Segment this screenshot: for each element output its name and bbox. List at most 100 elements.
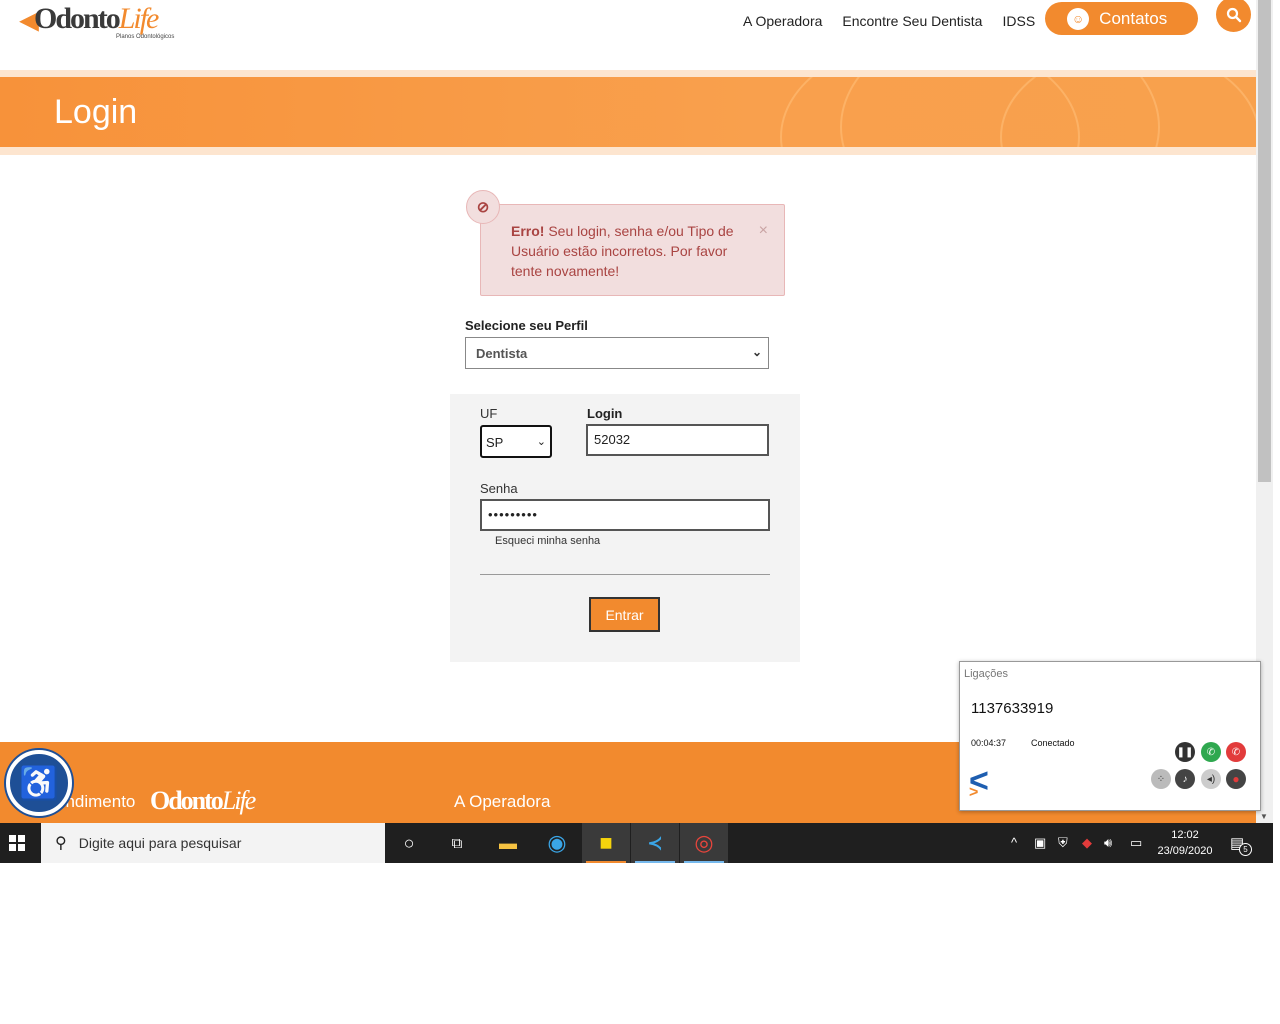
task-view-button[interactable]: ⧉ (433, 823, 481, 863)
clock-date: 23/09/2020 (1157, 845, 1213, 857)
call-widget: Ligações 1137633919 00:04:37 Conectado ❚… (959, 661, 1261, 811)
keypad-button[interactable]: ⁘ (1151, 769, 1171, 789)
phone-icon: ✆ (1206, 746, 1216, 758)
taskbar-search-box[interactable]: ⚲ Digite aqui para pesquisar (41, 823, 385, 863)
pause-call-button[interactable]: ❚❚ (1175, 742, 1195, 762)
file-explorer-button[interactable]: ▬ (484, 823, 532, 863)
softphone-button[interactable]: ≺ (631, 823, 679, 863)
error-alert: Erro! Seu login, senha e/ou Tipo de Usuá… (480, 204, 785, 296)
main-nav: A Operadora Encontre Seu Dentista IDSS ☺… (743, 2, 1199, 35)
alert-close-icon[interactable]: × (759, 221, 768, 241)
accessibility-button[interactable]: ♿ (6, 750, 72, 816)
tray-app-icon[interactable]: ◆ (1082, 835, 1092, 851)
page-title: Login (54, 93, 138, 131)
edge-icon: ◉ (547, 830, 567, 855)
action-center-button[interactable]: ▤ 5 (1230, 834, 1252, 856)
login-input-value: 52032 (594, 432, 631, 447)
nav-idss[interactable]: IDSS (1002, 13, 1035, 29)
active-indicator (684, 861, 724, 863)
notification-count-badge: 5 (1239, 843, 1252, 856)
form-divider (480, 574, 770, 575)
contacts-button[interactable]: ☺ Contatos (1045, 2, 1199, 35)
record-button[interactable]: ● (1226, 769, 1246, 789)
password-input-value: ••••••••• (488, 507, 538, 522)
sticky-note-icon: ■ (599, 830, 613, 855)
taskbar-search-placeholder: Digite aqui para pesquisar (78, 835, 242, 851)
browser-viewport: ◀ OdontoLife Planos Odontológicos A Oper… (0, 0, 1280, 1024)
chrome-button[interactable]: ◎ (680, 823, 728, 863)
speaker-icon: ◂) (1206, 773, 1216, 785)
taskbar-clock[interactable]: 12:02 23/09/2020 (1150, 827, 1220, 859)
submit-label: Entrar (605, 606, 644, 623)
submit-button[interactable]: Entrar (589, 597, 660, 632)
call-duration: 00:04:37 (971, 738, 1007, 748)
softphone-icon: ≺ (647, 832, 663, 853)
profile-selected-value: Dentista (476, 346, 528, 361)
sticky-notes-button[interactable]: ■ (582, 823, 630, 863)
logo-text-odonto: Odonto (34, 2, 121, 35)
alert-message: Seu login, senha e/ou Tipo de Usuário es… (511, 223, 734, 279)
windows-start-icon[interactable] (9, 835, 25, 851)
footer-logo-odonto: Odonto (150, 786, 224, 815)
network-monitor-icon[interactable]: ▣ (1034, 835, 1046, 851)
search-button[interactable] (1216, 0, 1251, 32)
network-icon[interactable]: ▭ (1130, 835, 1142, 851)
clock-time: 12:02 (1171, 829, 1199, 841)
uf-label: UF (480, 406, 498, 421)
edge-browser-button[interactable]: ◉ (533, 823, 581, 863)
forgot-password-link[interactable]: Esqueci minha senha (495, 535, 600, 547)
chevron-down-icon: ⌄ (751, 345, 762, 359)
call-number: 1137633919 (971, 700, 1054, 717)
footer-operadora-heading: A Operadora (454, 792, 551, 811)
alert-strong: Erro! (511, 223, 545, 239)
chrome-icon: ◎ (694, 830, 714, 855)
hangup-call-button[interactable]: ✆ (1226, 742, 1246, 762)
login-label: Login (587, 406, 623, 421)
odontolife-logo[interactable]: ◀ OdontoLife Planos Odontológicos (20, 2, 190, 42)
volume-icon[interactable]: 🔊︎ (1104, 835, 1112, 851)
footer-logo-life: Life (221, 786, 256, 815)
login-input[interactable]: 52032 (586, 424, 769, 456)
nav-a-operadora[interactable]: A Operadora (743, 13, 822, 29)
password-label: Senha (480, 481, 518, 496)
banner-top-stripe (0, 70, 1256, 77)
search-icon (1226, 7, 1241, 22)
wheelchair-icon: ♿ (19, 765, 59, 801)
profile-label: Selecione seu Perfil (465, 318, 588, 333)
softphone-brand-accent-icon: > (969, 784, 979, 801)
show-hidden-icons-chevron-icon[interactable]: ^ (1011, 835, 1017, 850)
task-view-icon: ⧉ (451, 834, 463, 852)
security-shield-icon[interactable]: ⛨ (1058, 835, 1068, 851)
call-widget-title: Ligações (964, 668, 1009, 680)
cortana-circle-icon: ○ (403, 832, 415, 853)
footer-logo: OdontoLife (150, 786, 256, 816)
keypad-icon: ⁘ (1156, 773, 1166, 785)
pause-icon: ❚❚ (1176, 746, 1194, 758)
uf-select[interactable]: SP ⌄ (480, 425, 552, 458)
login-form-panel: UF SP ⌄ Login 52032 Senha ••••••••• Esqu… (450, 394, 800, 662)
scrollbar-thumb[interactable] (1258, 0, 1271, 482)
headset-icon: ☺ (1067, 7, 1090, 30)
contacts-label: Contatos (1099, 8, 1168, 28)
password-input[interactable]: ••••••••• (480, 499, 770, 531)
active-indicator (586, 861, 626, 863)
site-header: ◀ OdontoLife Planos Odontológicos A Oper… (0, 0, 1256, 70)
cortana-button[interactable]: ○ (385, 823, 433, 863)
logo-subtitle: Planos Odontológicos (116, 34, 175, 40)
volume-button[interactable]: ◂) (1201, 769, 1221, 789)
banner-swoosh-decoration (1000, 77, 1256, 147)
scroll-down-arrow-icon[interactable]: ▼ (1260, 812, 1268, 821)
microphone-icon: ♪ (1182, 773, 1188, 785)
chevron-down-icon: ⌄ (536, 436, 546, 448)
search-icon: ⚲ (55, 835, 67, 852)
call-status: Conectado (1031, 738, 1075, 748)
hangup-icon: ✆ (1231, 746, 1241, 758)
mute-button[interactable]: ♪ (1175, 769, 1195, 789)
active-indicator (635, 861, 675, 863)
logo-text-life: Life (118, 2, 160, 35)
nav-encontre-dentista[interactable]: Encontre Seu Dentista (842, 13, 982, 29)
uf-selected-value: SP (486, 435, 504, 450)
folder-icon: ▬ (499, 832, 517, 853)
profile-select[interactable]: Dentista ⌄ (465, 337, 769, 369)
answer-call-button[interactable]: ✆ (1201, 742, 1221, 762)
